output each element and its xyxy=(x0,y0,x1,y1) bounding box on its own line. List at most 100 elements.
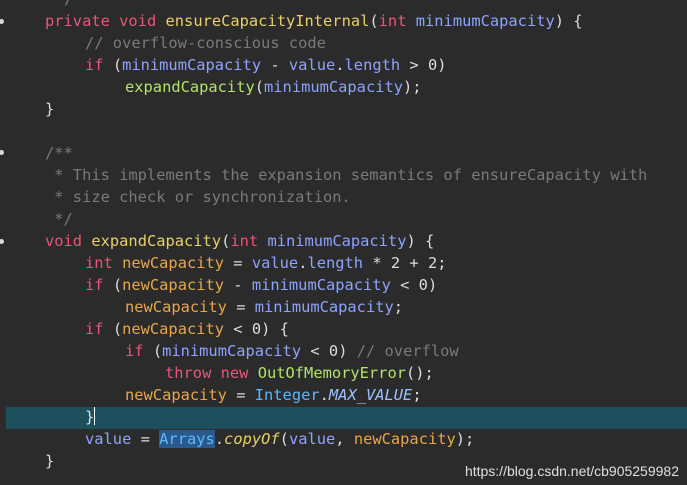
comment: /** xyxy=(45,144,73,162)
code-line[interactable]: newCapacity = minimumCapacity; xyxy=(125,296,403,318)
text-caret xyxy=(94,407,96,425)
punct: ; xyxy=(393,298,404,316)
code-line[interactable]: expandCapacity(minimumCapacity); xyxy=(125,76,422,98)
code-line[interactable]: throw new OutOfMemoryError(); xyxy=(165,362,434,384)
punct: ) xyxy=(338,342,357,360)
code-line[interactable]: value = Arrays.copyOf(value, newCapacity… xyxy=(85,428,474,450)
code-line[interactable]: // overflow-conscious code xyxy=(85,32,326,54)
punct: ) { xyxy=(261,320,289,338)
watermark: https://blog.csdn.net/cb905259982 xyxy=(464,463,679,479)
punct: ) { xyxy=(406,232,435,250)
operator: < xyxy=(390,276,419,294)
variable: value xyxy=(288,430,336,448)
punct: ( xyxy=(279,430,289,448)
field: length xyxy=(307,254,364,272)
variable: minimumCapacity xyxy=(251,276,391,294)
variable: minimumCapacity xyxy=(122,56,262,74)
constructor-call: OutOfMemoryError xyxy=(257,364,406,382)
constant: MAX_VALUE xyxy=(328,386,413,404)
keyword: void xyxy=(119,12,157,30)
local-variable: newCapacity xyxy=(353,430,456,448)
punct: ( xyxy=(103,56,123,74)
punct: ) { xyxy=(554,12,583,30)
operator: < xyxy=(301,342,329,360)
local-variable: newCapacity xyxy=(122,276,225,294)
local-variable: newCapacity xyxy=(125,298,227,316)
brace: } xyxy=(45,100,55,118)
operator: - xyxy=(261,56,289,74)
operator: = xyxy=(226,386,255,404)
number: 0 xyxy=(418,276,428,294)
comment: / xyxy=(64,0,73,8)
operator: - xyxy=(224,276,252,294)
brace: } xyxy=(85,408,95,426)
brace: } xyxy=(45,452,55,470)
method-name: expandCapacity xyxy=(91,232,222,250)
breakpoint-dot xyxy=(0,239,4,244)
method-call: expandCapacity xyxy=(125,78,255,96)
keyword: if xyxy=(85,56,104,74)
code-line[interactable]: int newCapacity = value.length * 2 + 2; xyxy=(85,252,446,274)
keyword: if xyxy=(85,320,104,338)
code-line[interactable]: newCapacity = Integer.MAX_VALUE; xyxy=(125,384,422,406)
punct: ( xyxy=(369,12,379,30)
expression: * 2 + 2; xyxy=(363,254,447,272)
punct: . xyxy=(335,56,345,74)
punct: . xyxy=(214,430,225,448)
operator: < xyxy=(224,320,252,338)
field: length xyxy=(344,56,401,74)
punct: ) xyxy=(437,56,447,74)
punct: ( xyxy=(103,320,123,338)
operator: > xyxy=(400,56,428,74)
param: minimumCapacity xyxy=(415,12,555,30)
punct: ) xyxy=(427,276,438,294)
operator: = xyxy=(131,430,160,448)
keyword: if xyxy=(85,276,104,294)
code-editor[interactable]: / private void ensureCapacityInternal(in… xyxy=(0,0,687,485)
code-line[interactable]: /** xyxy=(45,142,73,164)
code-line[interactable]: if (minimumCapacity < 0) // overflow xyxy=(125,340,459,362)
punct: ); xyxy=(403,78,422,96)
comment: * This implements the expansion semantic… xyxy=(45,166,648,184)
punct: ( xyxy=(221,232,231,250)
variable: value xyxy=(85,430,132,448)
gutter xyxy=(0,0,6,485)
type: int xyxy=(230,232,259,250)
code-line[interactable]: void expandCapacity(int minimumCapacity)… xyxy=(45,230,434,252)
code-line[interactable]: if (minimumCapacity - value.length > 0) xyxy=(85,54,447,76)
variable: value xyxy=(251,254,299,272)
method-name: ensureCapacityInternal xyxy=(165,12,370,30)
punct: , xyxy=(335,430,354,448)
comment: // overflow xyxy=(356,342,459,360)
keyword: if xyxy=(125,342,144,360)
code-line[interactable]: if (newCapacity < 0) { xyxy=(85,318,289,340)
code-line[interactable]: if (newCapacity - minimumCapacity < 0) xyxy=(85,274,437,296)
code-line[interactable]: * This implements the expansion semantic… xyxy=(45,164,647,186)
code-line[interactable]: } xyxy=(45,98,54,120)
code-line[interactable]: private void ensureCapacityInternal(int … xyxy=(45,10,583,32)
punct: ( xyxy=(143,342,163,360)
current-line-highlight xyxy=(6,407,687,429)
operator: = xyxy=(224,254,252,272)
selected-class-name[interactable]: Arrays xyxy=(159,430,215,448)
type: int xyxy=(85,254,113,272)
number: 0 xyxy=(427,56,438,74)
class-name: Integer xyxy=(254,386,320,404)
code-line[interactable]: * size check or synchronization. xyxy=(45,186,351,208)
local-variable: newCapacity xyxy=(122,320,225,338)
keyword: void xyxy=(45,232,83,250)
comment: * size check or synchronization. xyxy=(45,188,351,206)
comment: */ xyxy=(45,210,73,228)
code-line[interactable]: } xyxy=(45,450,54,472)
breakpoint-dot xyxy=(0,150,4,155)
param: minimumCapacity xyxy=(267,232,407,250)
number: 0 xyxy=(251,320,262,338)
variable: value xyxy=(288,56,336,74)
keyword: throw xyxy=(165,364,212,382)
code-line-current[interactable]: } xyxy=(85,406,96,428)
variable: minimumCapacity xyxy=(264,78,404,96)
punct: . xyxy=(319,386,329,404)
code-line[interactable]: */ xyxy=(45,208,73,230)
code-line[interactable]: / xyxy=(64,0,73,10)
punct: (); xyxy=(405,364,434,382)
